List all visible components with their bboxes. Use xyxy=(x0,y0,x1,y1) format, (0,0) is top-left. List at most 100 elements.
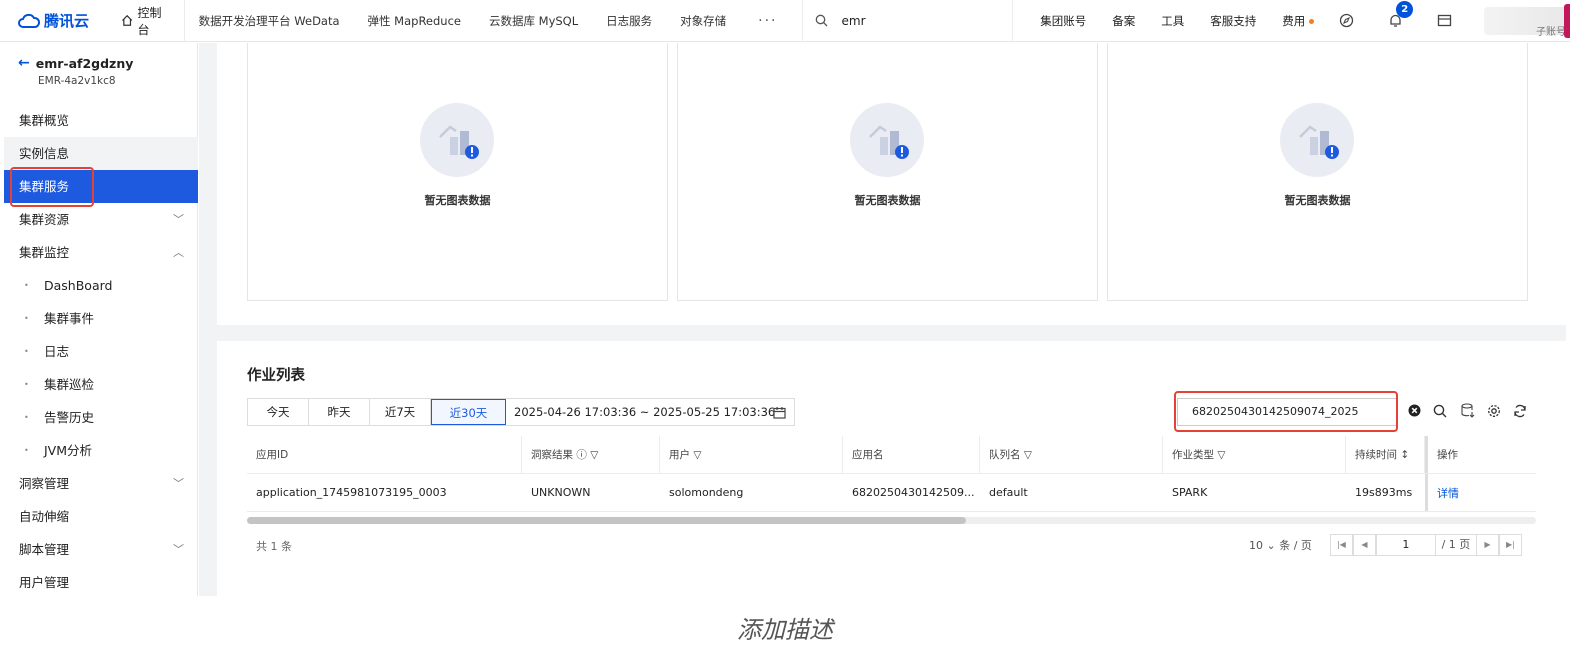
sidebar-item-overview[interactable]: 集群概览 xyxy=(4,104,198,137)
col-queue: 队列名 ▽ xyxy=(980,436,1163,473)
range-yesterday-button[interactable]: 昨天 xyxy=(309,399,370,425)
empty-chart-text: 暂无图表数据 xyxy=(424,194,491,207)
sidebar-item-cluster-monitoring[interactable]: 集群监控 ︿ xyxy=(4,236,198,269)
filter-icon[interactable]: ▽ xyxy=(1217,449,1225,461)
sidebar-item-dashboard[interactable]: DashBoard xyxy=(4,269,198,302)
page-total: / 1 页 xyxy=(1435,534,1476,556)
account-menu[interactable]: 子账号 xyxy=(1484,6,1570,38)
search-input[interactable]: emr xyxy=(842,14,866,28)
billing-label: 费用 xyxy=(1282,13,1306,28)
header-right-links: 集团账号 备案 工具 客服支持 费用 xyxy=(1027,13,1327,29)
chevron-down-icon: ﹀ xyxy=(173,477,184,490)
sidebar-item-label: 用户管理 xyxy=(19,575,70,590)
pagination: 10 ⌄ 条 / 页 |◀ ◀ 1 / 1 页 ▶ ▶| xyxy=(1249,534,1522,556)
cell-insight: UNKNOWN xyxy=(531,486,591,499)
sidebar-item-logs[interactable]: 日志 xyxy=(4,335,198,368)
filter-icon[interactable]: ▽ xyxy=(1024,449,1032,461)
clear-icon[interactable] xyxy=(1408,404,1421,417)
sidebar-item-cluster-events[interactable]: 集群事件 xyxy=(4,302,198,335)
info-icon[interactable]: ⓘ xyxy=(576,447,587,462)
first-page-button[interactable]: |◀ xyxy=(1329,534,1353,556)
filter-icon[interactable]: ▽ xyxy=(590,449,598,461)
empty-chart-icon xyxy=(850,103,924,177)
col-action: 操作 xyxy=(1425,436,1536,473)
sidebar-item-insight-management[interactable]: 洞察管理 ﹀ xyxy=(4,467,198,500)
page-input[interactable]: 1 xyxy=(1375,534,1436,556)
nav-link-cos[interactable]: 对象存储 xyxy=(666,13,740,29)
sidebar-item-label: 日志 xyxy=(44,344,70,359)
console-link[interactable]: 控制台 xyxy=(109,0,185,42)
gear-icon[interactable] xyxy=(1487,404,1501,418)
sidebar-item-label: DashBoard xyxy=(44,278,113,293)
logo-text: 腾讯云 xyxy=(44,12,90,30)
col-app-name: 应用名 xyxy=(843,436,980,473)
cell-duration: 19s893ms xyxy=(1355,486,1413,499)
inbox-icon[interactable] xyxy=(1437,13,1452,28)
col-label: 队列名 xyxy=(989,449,1021,461)
sidebar: ← emr-af2gdzny EMR-4a2v1kc8 集群概览 实例信息 集群… xyxy=(0,43,198,596)
bell-icon[interactable]: 2 xyxy=(1388,1,1414,28)
nav-link-mysql[interactable]: 云数据库 MySQL xyxy=(475,13,592,29)
sidebar-item-auto-scaling[interactable]: 自动伸缩 xyxy=(4,500,198,533)
nav-link-wedata[interactable]: 数据开发治理平台 WeData xyxy=(185,13,354,29)
sidebar-item-label: 集群监控 xyxy=(19,245,70,260)
horizontal-scrollbar[interactable] xyxy=(247,517,1536,524)
jobs-title: 作业列表 xyxy=(247,368,305,384)
empty-chart-text: 暂无图表数据 xyxy=(854,194,921,207)
refresh-icon[interactable] xyxy=(1513,404,1527,418)
global-search[interactable]: emr xyxy=(801,0,1014,42)
tools-link[interactable]: 工具 xyxy=(1148,13,1197,29)
chevron-down-icon: ﹀ xyxy=(173,213,184,226)
billing-link[interactable]: 费用 xyxy=(1269,13,1327,29)
chart-card: 暂无图表数据 xyxy=(1107,43,1528,301)
sidebar-item-jvm-analysis[interactable]: JVM分析 xyxy=(4,434,198,467)
cell-queue: default xyxy=(989,486,1028,499)
sidebar-item-script-management[interactable]: 脚本管理 ﹀ xyxy=(4,533,198,566)
icp-link[interactable]: 备案 xyxy=(1099,13,1148,29)
download-icon[interactable] xyxy=(1461,403,1475,418)
scrollbar-thumb[interactable] xyxy=(247,517,966,524)
sidebar-item-label: 洞察管理 xyxy=(19,476,70,491)
sidebar-item-instance-info[interactable]: 实例信息 xyxy=(4,137,198,170)
more-products-button[interactable]: ··· xyxy=(740,13,795,29)
sidebar-item-user-management[interactable]: 用户管理 xyxy=(4,566,198,599)
compass-icon[interactable] xyxy=(1339,13,1354,28)
billing-dot xyxy=(1309,18,1315,24)
logo[interactable]: 腾讯云 xyxy=(18,10,109,31)
nav-link-emr[interactable]: 弹性 MapReduce xyxy=(354,13,475,29)
range-30days-button[interactable]: 近30天 xyxy=(431,399,506,425)
details-link[interactable]: 详情 xyxy=(1437,485,1459,501)
nav-link-cls[interactable]: 日志服务 xyxy=(592,13,666,29)
back-arrow-icon[interactable]: ← xyxy=(18,55,30,71)
calendar-icon xyxy=(773,399,786,428)
account-label: 子账号 xyxy=(1535,26,1566,38)
prev-page-button[interactable]: ◀ xyxy=(1352,534,1376,556)
support-link[interactable]: 客服支持 xyxy=(1197,13,1269,29)
page-size-value: 10 xyxy=(1249,539,1263,552)
empty-chart-icon xyxy=(420,103,494,177)
last-page-button[interactable]: ▶| xyxy=(1498,534,1522,556)
search-icon[interactable] xyxy=(1433,404,1447,418)
notification-badge: 2 xyxy=(1396,1,1414,18)
main-content: 暂无图表数据 暂无图表数据 暂无图表数据 作业列表 今天 昨天 近7天 近30天… xyxy=(199,43,1566,596)
charts-panel: 暂无图表数据 暂无图表数据 暂无图表数据 xyxy=(217,43,1566,325)
sort-icon[interactable]: ↕ xyxy=(1400,449,1409,461)
cell-user: solomondeng xyxy=(669,486,744,499)
date-range-picker[interactable]: 2025-04-26 17:03:36 ~ 2025-05-25 17:03:3… xyxy=(506,399,794,425)
range-today-button[interactable]: 今天 xyxy=(248,399,309,425)
page-size-select[interactable]: 10 ⌄ 条 / 页 xyxy=(1249,537,1312,553)
range-7days-button[interactable]: 近7天 xyxy=(370,399,431,425)
sidebar-item-alert-history[interactable]: 告警历史 xyxy=(4,401,198,434)
sidebar-item-cluster-resources[interactable]: 集群资源 ﹀ xyxy=(4,203,198,236)
filter-icon[interactable]: ▽ xyxy=(693,449,701,461)
col-label: 作业类型 xyxy=(1172,449,1214,461)
col-label: 操作 xyxy=(1437,449,1458,461)
sidebar-item-label: JVM分析 xyxy=(44,443,93,458)
sidebar-item-label: 告警历史 xyxy=(44,410,95,425)
group-account-link[interactable]: 集团账号 xyxy=(1027,13,1099,29)
cell-action: 详情 xyxy=(1425,474,1536,511)
col-label: 应用ID xyxy=(256,449,289,461)
next-page-button[interactable]: ▶ xyxy=(1475,534,1499,556)
sidebar-item-label: 实例信息 xyxy=(19,146,70,161)
sidebar-item-inspection[interactable]: 集群巡检 xyxy=(4,368,198,401)
